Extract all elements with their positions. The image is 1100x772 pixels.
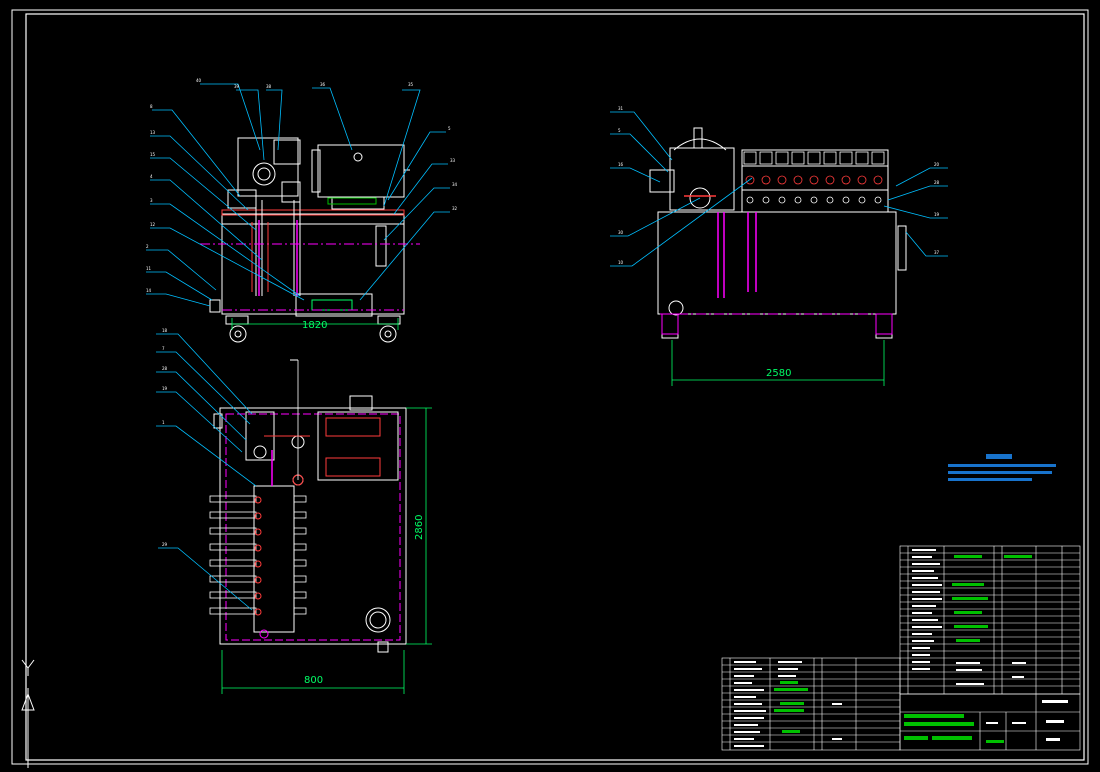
svg-text:29: 29 xyxy=(162,542,168,547)
side-width-dimension: 2580 xyxy=(766,368,791,379)
svg-text:35: 35 xyxy=(408,82,414,87)
top-width-dimension: 800 xyxy=(304,675,323,686)
svg-text:34: 34 xyxy=(452,182,458,187)
svg-text:37: 37 xyxy=(934,250,940,255)
svg-text:36: 36 xyxy=(320,82,326,87)
svg-text:38: 38 xyxy=(266,84,272,89)
svg-text:15: 15 xyxy=(150,152,156,157)
svg-text:19: 19 xyxy=(162,386,168,391)
top-depth-dimension: 2860 xyxy=(414,515,425,540)
svg-text:39: 39 xyxy=(234,84,240,89)
svg-text:19: 19 xyxy=(934,212,940,217)
svg-text:31: 31 xyxy=(618,106,624,111)
svg-text:13: 13 xyxy=(150,130,156,135)
svg-text:28: 28 xyxy=(934,180,940,185)
svg-text:32: 32 xyxy=(452,206,458,211)
svg-text:28: 28 xyxy=(162,366,168,371)
svg-text:18: 18 xyxy=(162,328,168,333)
svg-text:12: 12 xyxy=(150,222,156,227)
svg-text:14: 14 xyxy=(146,288,152,293)
front-width-dimension: 1820 xyxy=(302,320,327,331)
svg-text:30: 30 xyxy=(618,230,624,235)
svg-text:16: 16 xyxy=(618,162,624,167)
svg-text:11: 11 xyxy=(146,266,152,271)
svg-text:33: 33 xyxy=(450,158,456,163)
svg-text:40: 40 xyxy=(196,78,202,83)
cad-drawing-canvas[interactable]: 4039 38 36 358 1315 43 122 1114 533 3432 … xyxy=(0,0,1100,772)
svg-text:10: 10 xyxy=(618,260,624,265)
svg-text:20: 20 xyxy=(934,162,940,167)
